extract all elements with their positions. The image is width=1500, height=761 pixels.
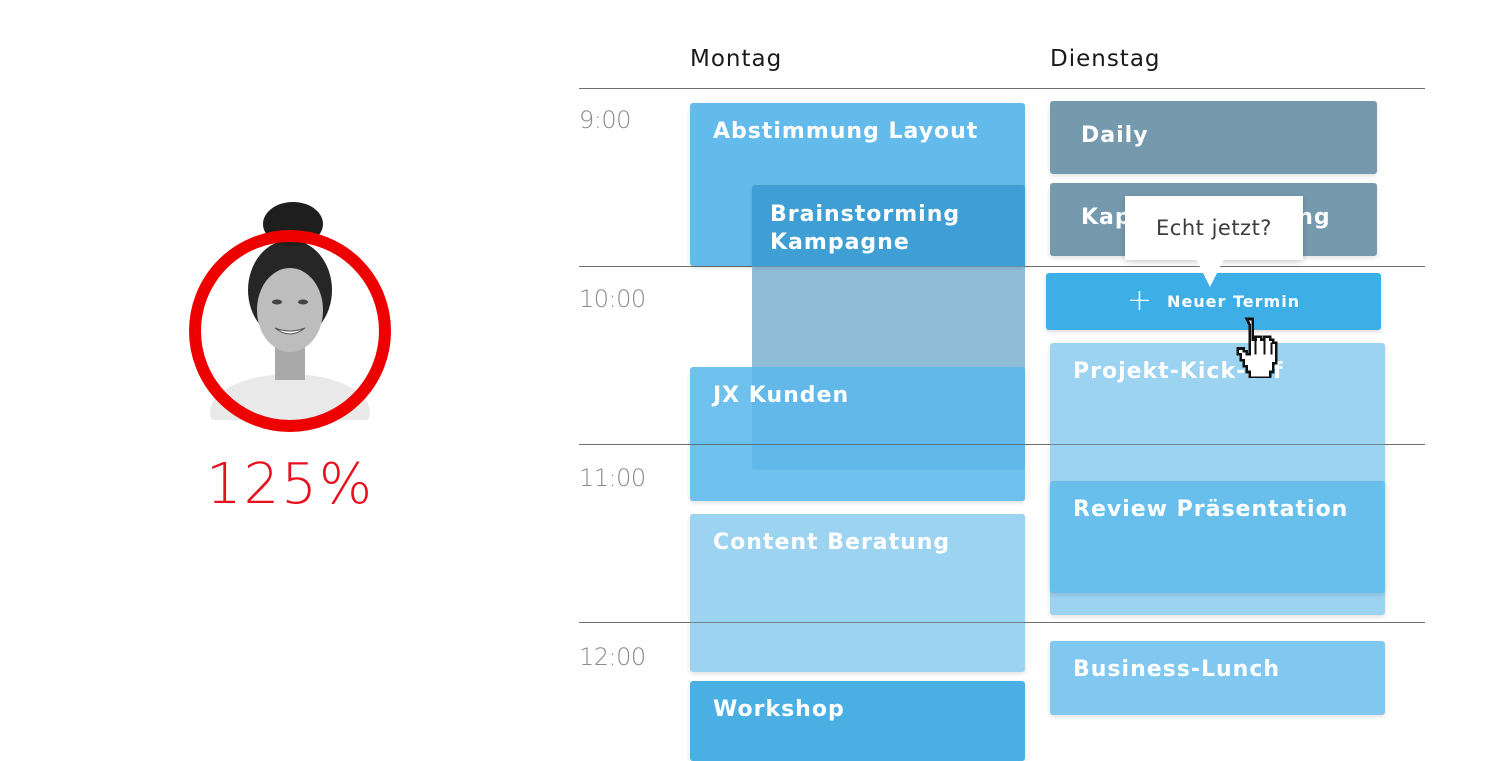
grid-line <box>690 622 1025 623</box>
time-label: 9:00 <box>579 106 631 134</box>
day-header-monday: Montag <box>690 46 783 72</box>
event-title: Workshop <box>713 697 845 722</box>
event-brainstorming-kampagne[interactable]: Brainstorming Kampagne <box>752 185 1025 266</box>
event-title: Business-Lunch <box>1073 657 1281 682</box>
tooltip-text: Echt jetzt? <box>1156 216 1272 240</box>
grid-line <box>1050 444 1385 445</box>
time-label: 10:00 <box>579 285 646 313</box>
event-title: Review Präsentation <box>1073 497 1349 522</box>
tooltip-arrow <box>1196 259 1224 287</box>
event-review-praesentation[interactable]: Review Präsentation <box>1050 481 1385 593</box>
hand-cursor-icon <box>1232 316 1282 380</box>
event-title: JX Kunden <box>713 383 850 408</box>
utilization-percent: 125% <box>205 452 375 517</box>
event-content-beratung[interactable]: Content Beratung <box>690 514 1025 672</box>
utilization-ring <box>189 230 391 432</box>
event-title: Brainstorming Kampagne <box>770 202 961 255</box>
tooltip: Echt jetzt? <box>1125 196 1303 260</box>
event-title: Daily <box>1081 123 1149 148</box>
new-appointment-label: Neuer Termin <box>1167 292 1301 311</box>
grid-line <box>690 444 1025 445</box>
event-business-lunch[interactable]: Business-Lunch <box>1050 641 1385 715</box>
plus-icon: + <box>1126 282 1154 318</box>
time-label: 11:00 <box>579 464 646 492</box>
day-header-tuesday: Dienstag <box>1050 46 1161 72</box>
grid-line <box>579 88 1425 89</box>
time-label: 12:00 <box>579 643 646 671</box>
event-title: Content Beratung <box>713 530 951 555</box>
event-daily[interactable]: Daily <box>1050 101 1377 174</box>
event-jx-kunden[interactable]: JX Kunden <box>690 367 1025 501</box>
event-workshop[interactable]: Workshop <box>690 681 1025 761</box>
event-title: Abstimmung Layout <box>713 119 979 144</box>
